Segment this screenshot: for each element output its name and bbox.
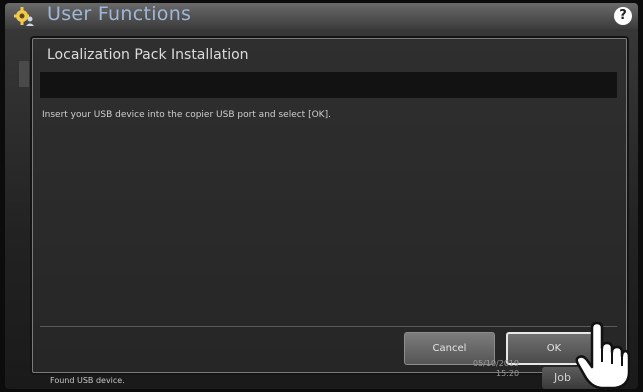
ok-button-label: OK (546, 343, 562, 354)
app-window: User Functions ? Localization Pack Insta… (5, 3, 638, 389)
job-status-label: Job (554, 371, 571, 384)
clock-time: 15:20 (496, 369, 520, 378)
background-panel-edge-left (19, 61, 29, 87)
dialog-divider (40, 326, 617, 327)
localization-pack-dialog: Localization Pack Installation Insert yo… (32, 38, 627, 373)
clock: 05/10/2019 15:20 (473, 359, 519, 379)
app-title: User Functions (47, 3, 192, 25)
hand-pointer-icon (575, 322, 630, 390)
dialog-title: Localization Pack Installation (47, 47, 249, 63)
dialog-message: Insert your USB device into the copier U… (42, 110, 331, 120)
title-bar: User Functions ? (5, 3, 638, 29)
help-button[interactable]: ? (614, 7, 632, 25)
status-message: Found USB device. (50, 376, 125, 385)
gear-user-icon (14, 7, 34, 26)
clock-date: 05/10/2019 (473, 359, 520, 368)
cancel-button-label: Cancel (432, 343, 467, 354)
dialog-header-strip (40, 72, 617, 98)
